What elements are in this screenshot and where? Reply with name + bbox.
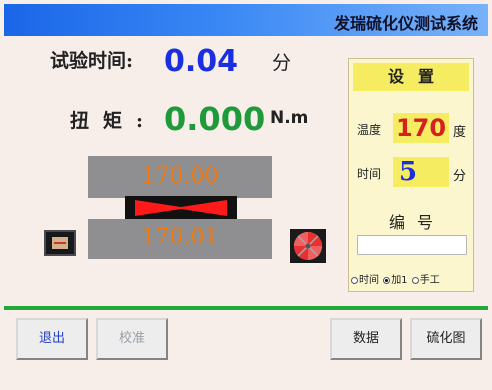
set-time-field[interactable]: 5: [393, 157, 449, 187]
set-time-unit: 分: [453, 169, 467, 184]
sample-indicator: [125, 196, 237, 220]
torque-unit: N.m: [270, 108, 309, 128]
radio-selected-icon: [383, 277, 391, 284]
cure-curve-button[interactable]: 硫化图: [410, 318, 482, 360]
torque-label: 扭矩:: [70, 110, 158, 132]
sample-number-input[interactable]: [357, 235, 467, 255]
set-temp-field[interactable]: 170: [393, 113, 449, 143]
lower-die: 170.01: [88, 219, 272, 259]
set-temp-unit: 度: [453, 125, 467, 140]
rotor-sample-icon: [135, 196, 227, 220]
exit-button[interactable]: 退出: [16, 318, 88, 360]
mode-option-manual[interactable]: 手工: [411, 271, 440, 286]
settings-panel: 设置 温度 170 度 时间 5 分 编号 时间 加1 手工: [348, 58, 474, 292]
mode-option-label: 手工: [419, 275, 440, 286]
test-time-value: 0.04: [164, 44, 239, 79]
calibrate-button[interactable]: 校准: [96, 318, 168, 360]
set-time-label: 时间: [357, 167, 382, 181]
title-bar: 发瑞硫化仪测试系统: [4, 4, 488, 36]
mold-status-icon[interactable]: [44, 230, 76, 256]
radio-icon: [411, 277, 419, 284]
test-time-unit: 分: [272, 52, 292, 74]
test-time-label: 试验时间:: [50, 50, 134, 72]
sample-number-label: 编号: [388, 213, 445, 232]
mode-option-plus1[interactable]: 加1: [383, 271, 408, 286]
vulcanizer-screen: 发瑞硫化仪测试系统 试验时间: 0.04 分 扭矩: 0.000 N.m 170…: [0, 0, 492, 390]
torque-value: 0.000: [164, 100, 266, 138]
data-button[interactable]: 数据: [330, 318, 402, 360]
mold-icon-inner: [52, 237, 68, 249]
window-title: 发瑞硫化仪测试系统: [333, 14, 478, 33]
radio-icon: [351, 277, 358, 284]
upper-die: 170.00: [88, 156, 272, 198]
separator-line: [4, 306, 488, 310]
set-temp-label: 温度: [357, 123, 382, 137]
mode-option-time[interactable]: 时间: [351, 271, 379, 286]
rotor-fan-icon[interactable]: [290, 229, 326, 263]
lower-die-temp: 170.01: [141, 225, 219, 250]
fan-icon: [294, 232, 322, 260]
mode-option-label: 加1: [391, 275, 408, 286]
numbering-mode-group: 时间 加1 手工: [351, 271, 475, 286]
mode-option-label: 时间: [359, 275, 379, 286]
upper-die-temp: 170.00: [141, 164, 219, 189]
settings-header: 设置: [353, 63, 469, 91]
